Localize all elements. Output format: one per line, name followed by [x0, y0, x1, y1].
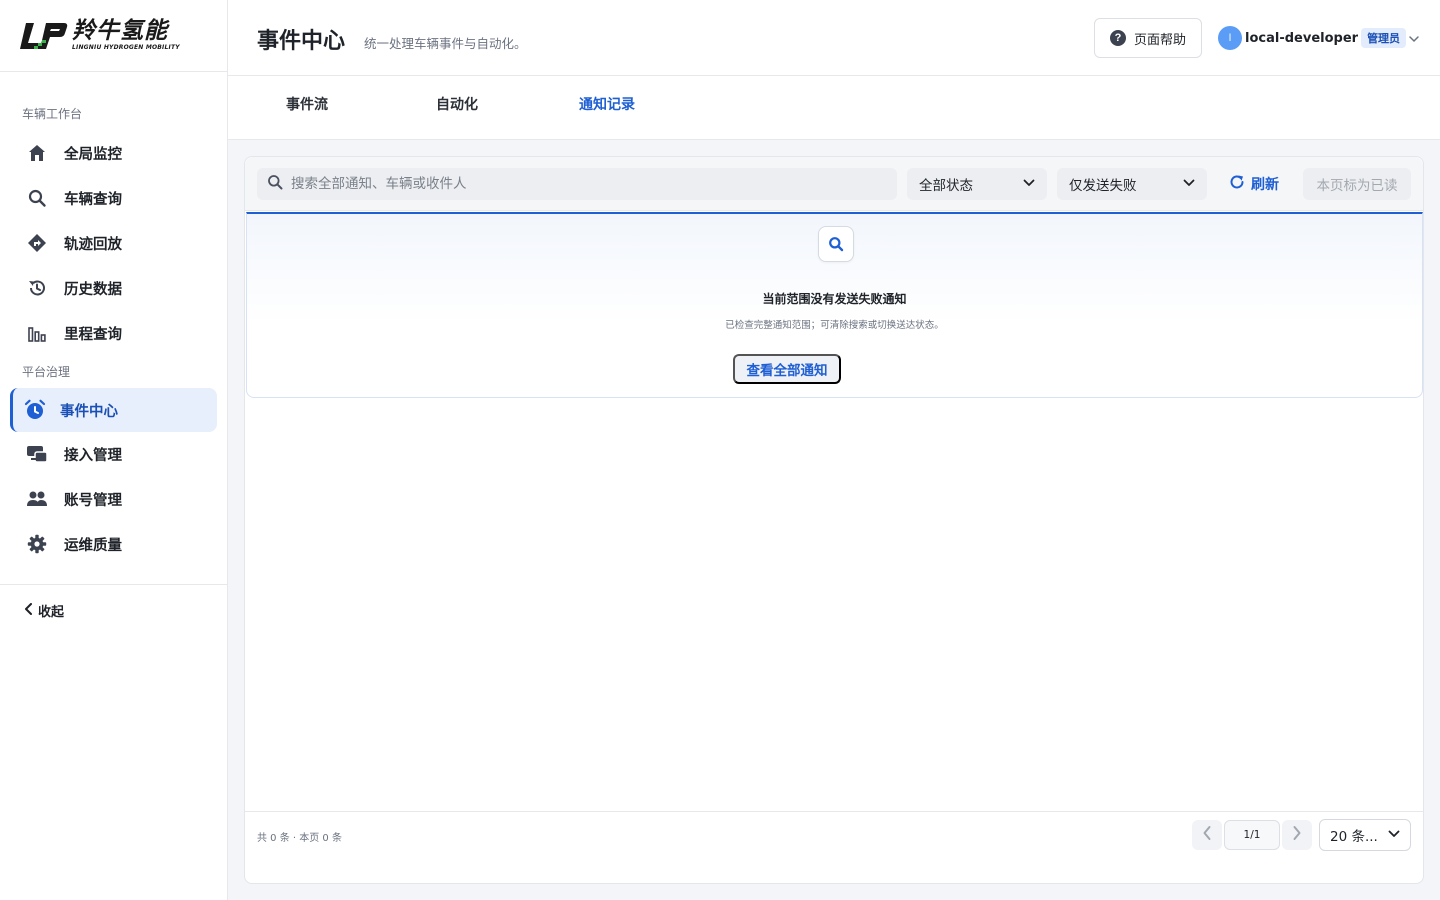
nav-section-vehicle: 车辆工作台	[22, 107, 83, 121]
current-page: 1/1	[1224, 820, 1280, 850]
top-header: 事件中心 统一处理车辆事件与自动化。 ? 页面帮助 l local-develo…	[228, 0, 1440, 76]
sidebar-item-track-replay[interactable]: 轨迹回放	[10, 221, 217, 265]
delivery-select-value: 仅发送失败	[1069, 178, 1137, 194]
empty-state: 当前范围没有发送失败通知 已检查完整通知范围；可清除搜索或切换送达状态。 查看全…	[246, 212, 1423, 398]
sidebar-item-ops-quality[interactable]: 运维质量	[10, 522, 217, 566]
sidebar-item-label: 账号管理	[64, 492, 122, 509]
search-icon	[818, 226, 854, 262]
route-icon	[26, 232, 48, 254]
sidebar-item-access-management[interactable]: 接入管理	[10, 432, 217, 476]
avatar: l	[1218, 26, 1242, 50]
page-help-label: 页面帮助	[1133, 31, 1186, 47]
nav-section-platform: 平台治理	[22, 365, 71, 379]
history-icon	[26, 277, 48, 299]
sidebar-item-account-management[interactable]: 账号管理	[10, 477, 217, 521]
page-size-select[interactable]: 20 条...	[1319, 819, 1411, 851]
sidebar-item-label: 运维质量	[64, 537, 122, 554]
bar-chart-icon	[26, 322, 48, 344]
status-select[interactable]: 全部状态	[907, 168, 1047, 200]
brand-name-en: LINGNIU HYDROGEN MOBILITY	[72, 44, 180, 51]
chevron-left-icon	[1202, 825, 1212, 845]
sidebar: 羚牛氢能 LINGNIU HYDROGEN MOBILITY 车辆工作台 全局监…	[0, 0, 228, 900]
empty-state-title: 当前范围没有发送失败通知	[762, 292, 907, 306]
sidebar-item-label: 里程查询	[64, 326, 122, 343]
search-icon	[267, 174, 283, 194]
home-icon	[26, 142, 48, 164]
question-icon: ?	[1109, 30, 1126, 46]
refresh-icon	[1229, 174, 1245, 194]
delivery-status-select[interactable]: 仅发送失败	[1057, 168, 1207, 200]
device-link-icon	[26, 443, 48, 465]
page-subtitle: 统一处理车辆事件与自动化。	[364, 36, 527, 51]
search-icon	[26, 187, 48, 209]
pagination-summary: 共 0 条 · 本页 0 条	[257, 833, 342, 844]
refresh-button[interactable]: 刷新	[1229, 168, 1279, 200]
next-page-button[interactable]	[1282, 820, 1312, 850]
users-icon	[26, 488, 48, 510]
tab-bar: 事件流 自动化 通知记录	[228, 76, 1440, 140]
notification-panel: 全部状态 仅发送失败 刷新 本页标为已读 当前范围没有发送失败通知 已检查完整通…	[244, 156, 1424, 884]
chevron-down-icon	[1023, 176, 1035, 192]
search-box[interactable]	[257, 168, 897, 200]
sidebar-item-global-monitor[interactable]: 全局监控	[10, 131, 217, 175]
search-input[interactable]	[291, 176, 881, 192]
empty-state-description: 已检查完整通知范围；可清除搜索或切换送达状态。	[725, 320, 944, 331]
tab-automation[interactable]: 自动化	[436, 94, 478, 114]
user-menu[interactable]: l local-developer 管理员	[1218, 26, 1420, 50]
sidebar-item-mileage-query[interactable]: 里程查询	[10, 311, 217, 355]
chevron-down-icon	[1408, 29, 1420, 48]
status-select-value: 全部状态	[919, 178, 973, 194]
sidebar-item-label: 车辆查询	[64, 191, 122, 208]
pagination-bar: 共 0 条 · 本页 0 条 1/1 20 条...	[245, 811, 1423, 884]
brand-name: 羚牛氢能	[72, 18, 168, 44]
user-name: local-developer	[1245, 30, 1359, 46]
collapse-sidebar-button[interactable]: 收起	[0, 584, 227, 636]
sidebar-item-label: 轨迹回放	[64, 236, 122, 253]
sidebar-item-label: 全局监控	[64, 146, 122, 163]
role-badge: 管理员	[1361, 28, 1407, 48]
chevron-down-icon	[1388, 827, 1400, 843]
chevron-down-icon	[1183, 176, 1195, 192]
tab-event-stream[interactable]: 事件流	[286, 94, 328, 114]
collapse-label: 收起	[38, 605, 65, 620]
refresh-label: 刷新	[1251, 177, 1279, 193]
filter-toolbar: 全部状态 仅发送失败 刷新 本页标为已读	[245, 157, 1423, 211]
chevron-left-icon	[24, 602, 34, 619]
view-all-notifications-button[interactable]: 查看全部通知	[733, 354, 841, 384]
sidebar-item-event-center[interactable]: 事件中心	[10, 388, 217, 432]
sidebar-item-label: 事件中心	[60, 403, 118, 420]
gear-icon	[26, 533, 48, 555]
tab-notification-records[interactable]: 通知记录	[579, 94, 635, 114]
prev-page-button[interactable]	[1192, 820, 1222, 850]
page-help-button[interactable]: ? 页面帮助	[1094, 18, 1202, 58]
logo-mark-icon	[20, 19, 68, 53]
chevron-right-icon	[1292, 825, 1302, 845]
page-size-value: 20 条...	[1330, 829, 1378, 845]
sidebar-item-history-data[interactable]: 历史数据	[10, 266, 217, 310]
sidebar-item-label: 接入管理	[64, 447, 122, 464]
brand-logo[interactable]: 羚牛氢能 LINGNIU HYDROGEN MOBILITY	[0, 0, 227, 72]
sidebar-item-vehicle-query[interactable]: 车辆查询	[10, 176, 217, 220]
page-title: 事件中心	[257, 29, 346, 54]
sidebar-item-label: 历史数据	[64, 281, 122, 298]
mark-page-read-button[interactable]: 本页标为已读	[1303, 168, 1411, 200]
alarm-clock-icon	[24, 399, 46, 421]
